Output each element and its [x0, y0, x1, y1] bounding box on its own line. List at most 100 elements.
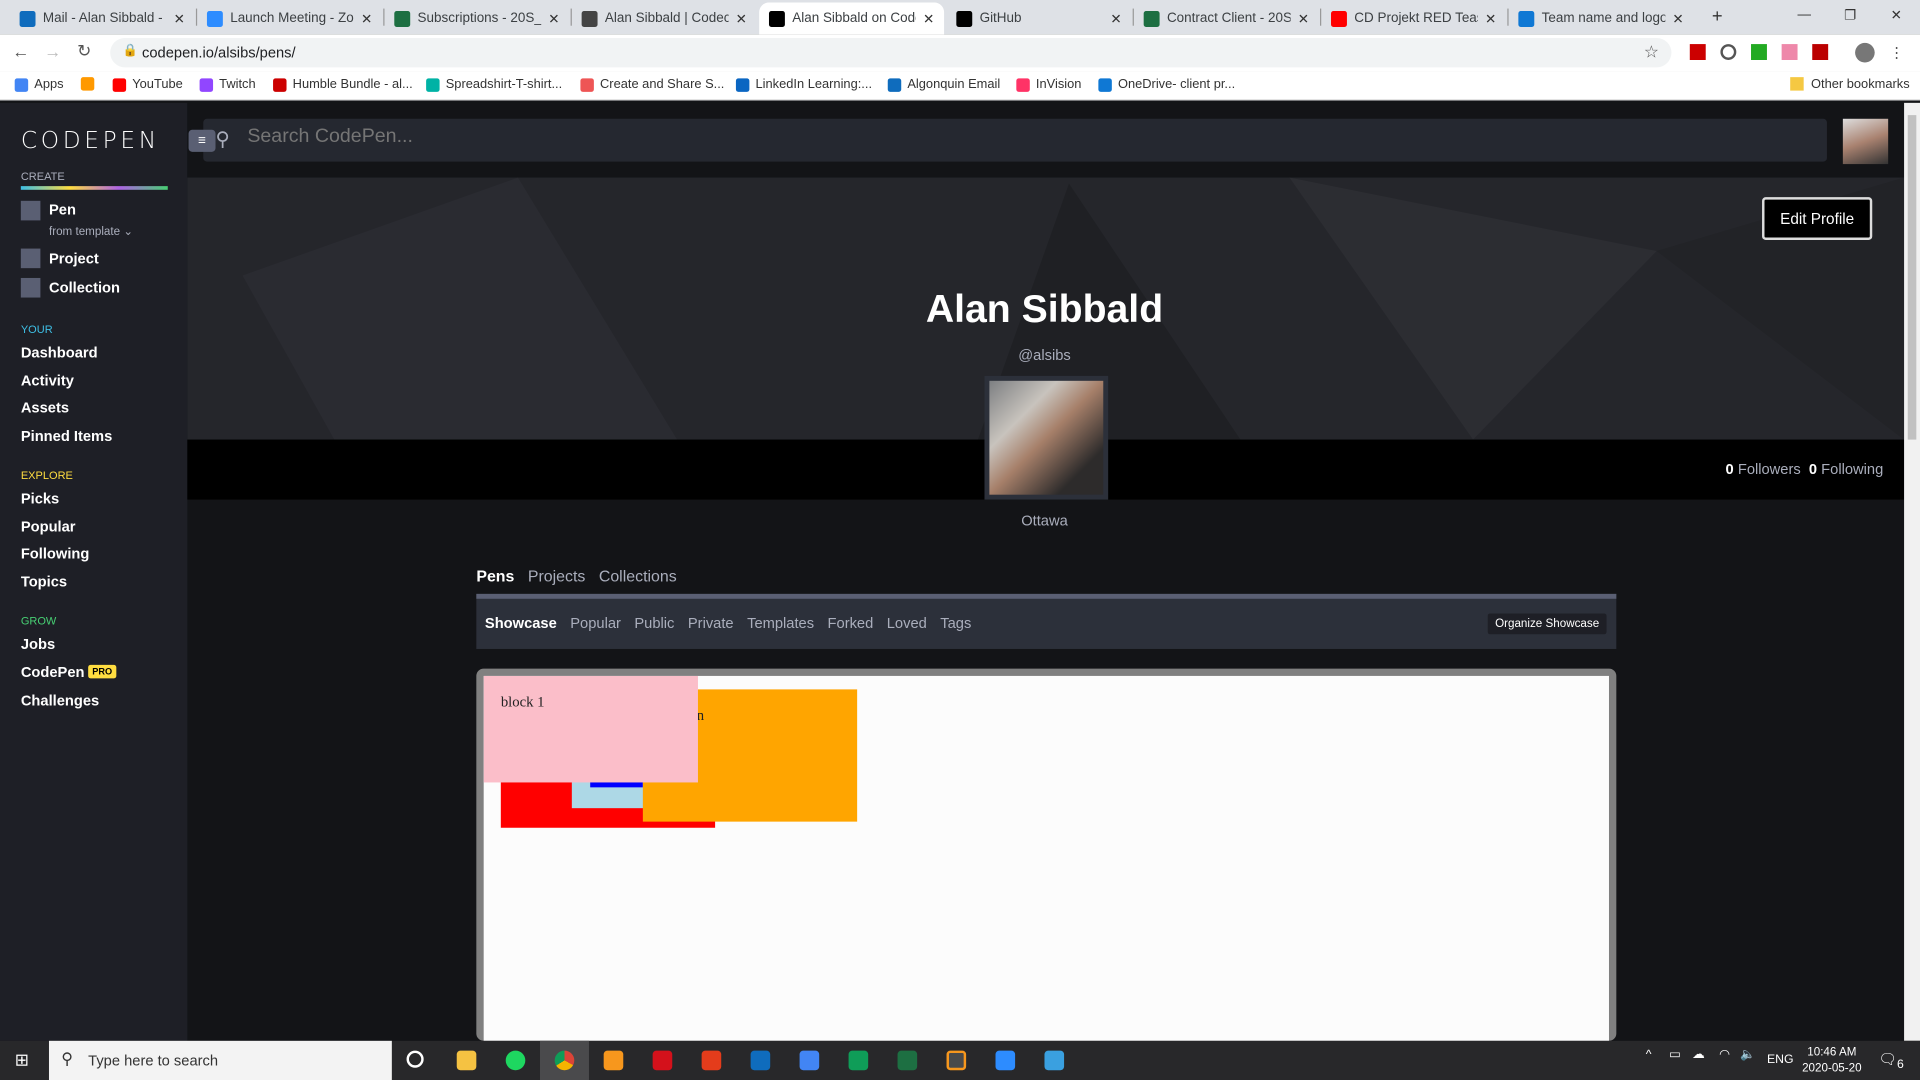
- subtab-loved[interactable]: Loved: [887, 615, 927, 632]
- restore-button[interactable]: ❐: [1844, 7, 1856, 24]
- menu-icon[interactable]: ⋮: [1889, 44, 1904, 62]
- outlook-icon[interactable]: [750, 1050, 771, 1071]
- sidebar-item-activity[interactable]: Activity: [21, 372, 74, 389]
- followers-link[interactable]: 0 Followers: [1726, 460, 1801, 477]
- bookmark[interactable]: InVision: [1016, 77, 1081, 92]
- subtab-forked[interactable]: Forked: [828, 615, 874, 632]
- sidebar-item-pinned-items[interactable]: Pinned Items: [21, 427, 112, 444]
- browser-tab[interactable]: CD Projekt RED Teases✕: [1321, 2, 1506, 34]
- extension-icon[interactable]: [1812, 44, 1829, 61]
- browser-tab[interactable]: Mail - Alan Sibbald - Outlook✕: [10, 2, 195, 34]
- browser-tab[interactable]: Team name and logo ✕: [1509, 2, 1694, 34]
- subtab-private[interactable]: Private: [688, 615, 734, 632]
- sidebar-item-dashboard[interactable]: Dashboard: [21, 344, 98, 361]
- ac-app-icon[interactable]: [897, 1050, 918, 1071]
- subtab-popular[interactable]: Popular: [570, 615, 621, 632]
- close-tab-icon[interactable]: ✕: [361, 10, 372, 27]
- bookmark[interactable]: Humble Bundle - al...: [273, 77, 413, 92]
- browser-tab[interactable]: GitHub ✕: [947, 2, 1132, 34]
- bookmark[interactable]: YouTube: [112, 77, 183, 92]
- creative-cloud-icon[interactable]: [652, 1050, 673, 1071]
- search-bar[interactable]: ≡ ⚲: [188, 118, 1827, 162]
- browser-tab[interactable]: Launch Meeting - Zoom✕: [197, 2, 382, 34]
- taskbar-search[interactable]: ⚲ Type here to search: [48, 1040, 392, 1080]
- bookmark[interactable]: Twitch: [199, 77, 256, 92]
- browser-tab[interactable]: Subscriptions - 20S_MT✕: [384, 2, 569, 34]
- sidebar-item-popular[interactable]: Popular: [21, 518, 76, 535]
- new-tab-button[interactable]: +: [1712, 6, 1723, 27]
- back-icon[interactable]: ←: [12, 42, 29, 62]
- search-input[interactable]: [247, 126, 1472, 149]
- onedrive-icon[interactable]: ☁: [1692, 1048, 1704, 1061]
- bookmark[interactable]: LinkedIn Learning:...: [735, 77, 872, 92]
- close-tab-icon[interactable]: ✕: [1298, 10, 1309, 27]
- extension-icon[interactable]: [1781, 44, 1798, 61]
- organize-showcase-button[interactable]: Organize Showcase: [1487, 613, 1607, 635]
- create-project[interactable]: Project: [49, 250, 99, 267]
- close-tab-icon[interactable]: ✕: [1485, 10, 1496, 27]
- extension-icon[interactable]: [1720, 44, 1737, 61]
- close-tab-icon[interactable]: ✕: [1672, 10, 1683, 27]
- language-indicator[interactable]: ENG: [1767, 1053, 1794, 1066]
- create-collection[interactable]: Collection: [49, 279, 120, 296]
- bookmark[interactable]: Spreadshirt-T-shirt...: [426, 77, 562, 92]
- browser-tab[interactable]: Alan Sibbald | Codecademy✕: [572, 2, 757, 34]
- pen-preview[interactable]: on block 1: [483, 675, 1609, 1041]
- show-hidden-icons[interactable]: ^: [1646, 1048, 1652, 1061]
- bookmark[interactable]: [80, 77, 101, 91]
- edit-profile-button[interactable]: Edit Profile: [1762, 197, 1873, 241]
- clock[interactable]: 10:46 AM 2020-05-20: [1800, 1044, 1864, 1076]
- close-tab-icon[interactable]: ✕: [923, 10, 934, 27]
- battery-icon[interactable]: ▭: [1669, 1048, 1681, 1061]
- sidebar-item-following[interactable]: Following: [21, 545, 90, 562]
- app-icon[interactable]: [1044, 1050, 1065, 1071]
- address-bar[interactable]: 🔒 codepen.io/alsibs/pens/ ☆: [110, 37, 1672, 68]
- close-window-button[interactable]: ✕: [1891, 7, 1902, 24]
- reload-icon[interactable]: ↻: [77, 40, 91, 61]
- chrome-icon[interactable]: [554, 1050, 575, 1071]
- codepen-logo[interactable]: CODEPEN: [21, 127, 160, 154]
- browser-tab[interactable]: Alan Sibbald on CodePen✕: [759, 2, 945, 35]
- volume-icon[interactable]: 🔈: [1740, 1048, 1755, 1061]
- profile-avatar-icon[interactable]: [1855, 42, 1875, 63]
- other-bookmarks[interactable]: Other bookmarks: [1790, 77, 1910, 92]
- office-icon[interactable]: [701, 1050, 722, 1071]
- extension-icon[interactable]: [1689, 44, 1706, 61]
- tab-collections[interactable]: Collections: [599, 567, 677, 585]
- google-sheets-icon[interactable]: [848, 1050, 869, 1071]
- zoom-icon[interactable]: [995, 1050, 1016, 1071]
- audible-icon[interactable]: [603, 1050, 624, 1071]
- windows-start-icon[interactable]: ⊞: [15, 1049, 29, 1070]
- pen-card[interactable]: on block 1: [476, 668, 1617, 1041]
- spotify-icon[interactable]: [505, 1050, 526, 1071]
- subtab-templates[interactable]: Templates: [747, 615, 814, 632]
- close-tab-icon[interactable]: ✕: [1110, 10, 1121, 27]
- bookmark[interactable]: Apps: [14, 77, 64, 92]
- sidebar-item-topics[interactable]: Topics: [21, 573, 67, 590]
- sublime-text-icon[interactable]: [946, 1050, 967, 1071]
- forward-icon[interactable]: →: [44, 42, 61, 62]
- sidebar-item-challenges[interactable]: Challenges: [21, 692, 99, 709]
- subtab-showcase[interactable]: Showcase: [485, 615, 557, 632]
- bookmark[interactable]: Create and Share S...: [580, 77, 724, 92]
- subtab-tags[interactable]: Tags: [940, 615, 971, 632]
- scrollbar-thumb[interactable]: [1907, 115, 1917, 440]
- cortana-icon[interactable]: [406, 1050, 424, 1068]
- create-pen[interactable]: Pen: [49, 201, 76, 218]
- following-link[interactable]: 0 Following: [1809, 460, 1883, 477]
- notifications-icon[interactable]: 🗨6: [1878, 1051, 1903, 1072]
- close-tab-icon[interactable]: ✕: [736, 10, 747, 27]
- star-icon[interactable]: ☆: [1644, 42, 1659, 63]
- file-explorer-icon[interactable]: [456, 1050, 477, 1071]
- page-scrollbar[interactable]: [1904, 102, 1920, 1041]
- tab-pens[interactable]: Pens: [476, 567, 514, 585]
- minimize-button[interactable]: —: [1798, 7, 1811, 22]
- bookmark[interactable]: Algonquin Email: [887, 77, 1000, 92]
- google-docs-icon[interactable]: [799, 1050, 820, 1071]
- extension-icon[interactable]: [1751, 44, 1767, 61]
- close-tab-icon[interactable]: ✕: [548, 10, 559, 27]
- tab-projects[interactable]: Projects: [528, 567, 586, 585]
- sidebar-item-assets[interactable]: Assets: [21, 399, 69, 416]
- from-template-dropdown[interactable]: from template ⌄: [49, 225, 133, 238]
- user-avatar[interactable]: [1842, 118, 1889, 165]
